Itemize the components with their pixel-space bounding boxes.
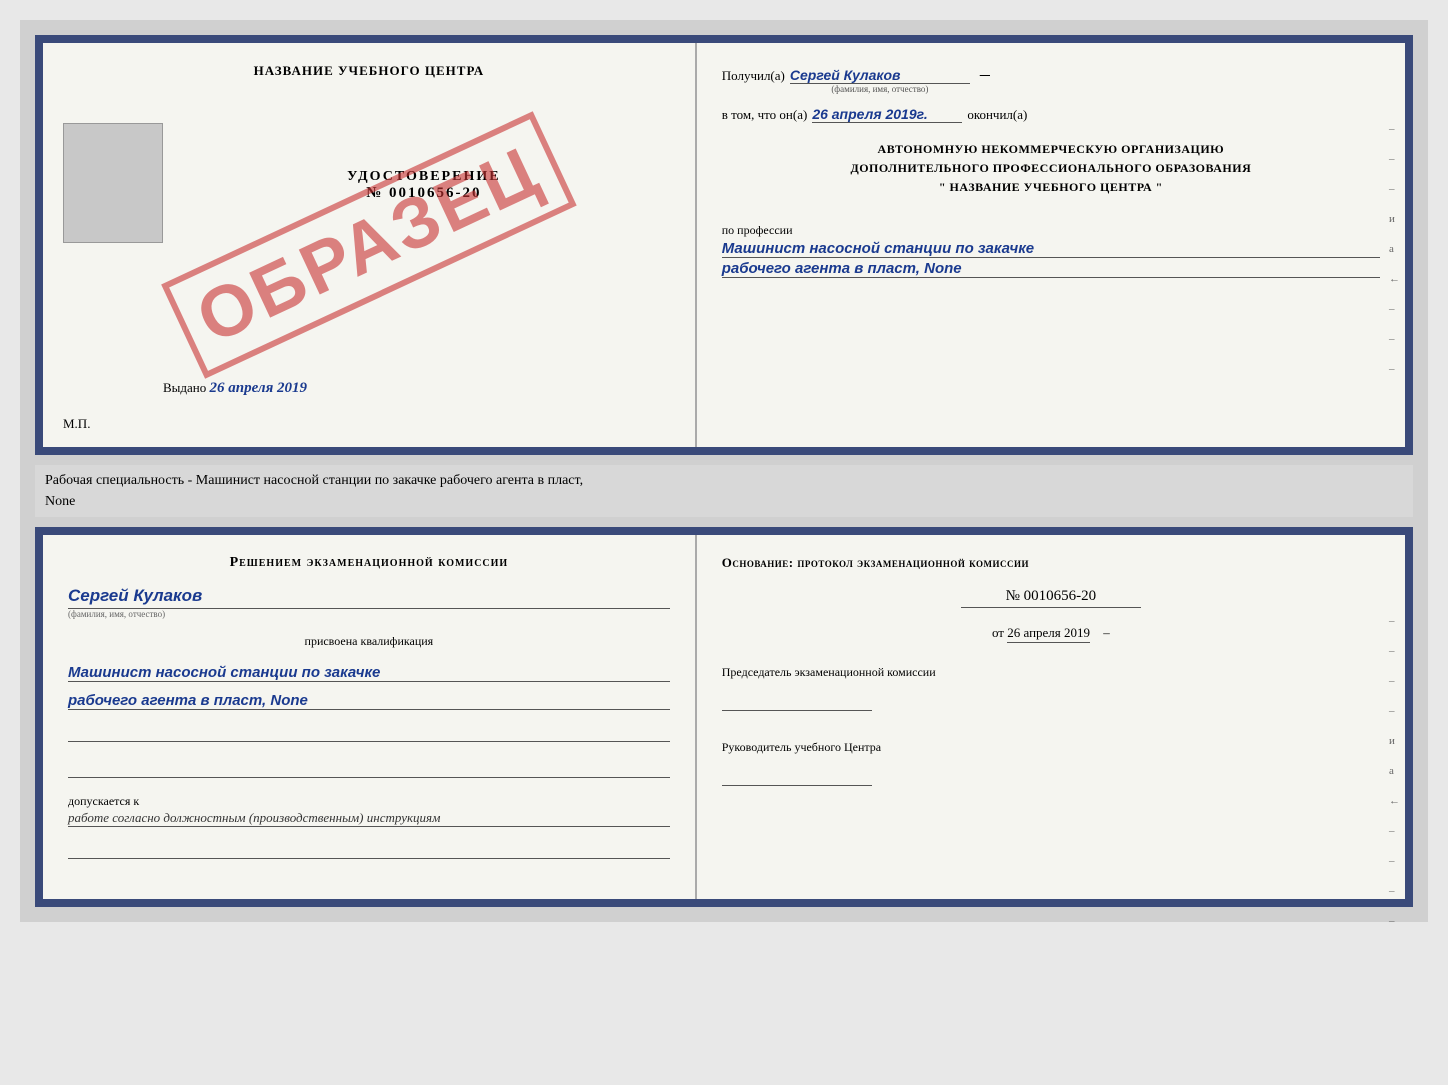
assigned-label: присвоена квалификация <box>68 634 670 649</box>
qualification-line1: Машинист насосной станции по закачке <box>68 664 670 682</box>
name-sublabel-bottom: (фамилия, имя, отчество) <box>68 609 670 619</box>
certificate-top: НАЗВАНИЕ УЧЕБНОГО ЦЕНТРА УДОСТОВЕРЕНИЕ №… <box>35 35 1413 455</box>
cert-issued: Выдано 26 апреля 2019 <box>163 380 307 397</box>
certificate-bottom: Решением экзаменационной комиссии Сергей… <box>35 527 1413 907</box>
received-row: Получил(а) Сергей Кулаков (фамилия, имя,… <box>722 63 1380 94</box>
head-signature-line <box>722 761 872 786</box>
protocol-number: № 0010656-20 <box>961 588 1141 608</box>
person-name-bottom: Сергей Кулаков <box>68 586 670 609</box>
date-row: в том, что он(а) 26 апреля 2019г. окончи… <box>722 106 1380 123</box>
cert-doc-type: УДОСТОВЕРЕНИЕ <box>347 169 500 185</box>
org-block: АВТОНОМНУЮ НЕКОММЕРЧЕСКУЮ ОРГАНИЗАЦИЮ ДО… <box>722 140 1380 198</box>
profession-label: по профессии <box>722 223 1380 238</box>
person-name-bottom-block: Сергей Кулаков (фамилия, имя, отчество) <box>68 581 670 619</box>
chairman-title: Председатель экзаменационной комиссии <box>722 663 1380 681</box>
middle-text-line1: Рабочая специальность - Машинист насосно… <box>45 473 583 488</box>
admitted-value: работе согласно должностным (производств… <box>68 810 670 827</box>
date-prefix: от <box>992 625 1004 640</box>
page-wrapper: НАЗВАНИЕ УЧЕБНОГО ЦЕНТРА УДОСТОВЕРЕНИЕ №… <box>20 20 1428 922</box>
cert-left: НАЗВАНИЕ УЧЕБНОГО ЦЕНТРА УДОСТОВЕРЕНИЕ №… <box>43 43 697 447</box>
protocol-date-value: 26 апреля 2019 <box>1007 625 1090 643</box>
blank-line-2 <box>68 760 670 778</box>
chairman-block: Председатель экзаменационной комиссии <box>722 663 1380 711</box>
qualification-line2: рабочего агента в пласт, None <box>68 692 670 710</box>
protocol-date: от 26 апреля 2019 – <box>722 625 1380 641</box>
photo-placeholder <box>63 123 163 243</box>
date-label: в том, что он(а) <box>722 107 808 123</box>
cert-right: Получил(а) Сергей Кулаков (фамилия, имя,… <box>697 43 1405 447</box>
blank-line-1 <box>68 724 670 742</box>
head-title: Руководитель учебного Центра <box>722 738 1380 756</box>
profession-line2: рабочего агента в пласт, None <box>722 260 1380 278</box>
admitted-block: допускается к работе согласно должностны… <box>68 792 670 827</box>
date-value-top: 26 апреля 2019г. <box>812 106 962 123</box>
side-marks-bottom: ––––иа←–––– <box>1389 615 1400 927</box>
side-marks-top: –––иа←––– <box>1389 123 1400 375</box>
name-hint-top: (фамилия, имя, отчество) <box>790 84 970 94</box>
cert-doc-number: № 0010656-20 <box>366 185 481 202</box>
org-line3: " НАЗВАНИЕ УЧЕБНОГО ЦЕНТРА " <box>722 178 1380 197</box>
issued-label: Выдано <box>163 380 206 395</box>
cert-bottom-right: Основание: протокол экзаменационной коми… <box>697 535 1405 899</box>
finished-label: окончил(а) <box>967 107 1027 123</box>
chairman-signature-line <box>722 686 872 711</box>
basis-title: Основание: протокол экзаменационной коми… <box>722 555 1380 571</box>
middle-text: Рабочая специальность - Машинист насосно… <box>35 465 1413 517</box>
middle-text-line2: None <box>45 494 75 509</box>
org-line1: АВТОНОМНУЮ НЕКОММЕРЧЕСКУЮ ОРГАНИЗАЦИЮ <box>722 140 1380 159</box>
cert-title-top: НАЗВАНИЕ УЧЕБНОГО ЦЕНТРА <box>254 63 485 79</box>
profession-block: по профессии Машинист насосной станции п… <box>722 215 1380 278</box>
cert-bottom-left: Решением экзаменационной комиссии Сергей… <box>43 535 697 899</box>
profession-line1: Машинист насосной станции по закачке <box>722 240 1380 258</box>
admitted-label: допускается к <box>68 794 139 808</box>
person-name-top: Сергей Кулаков <box>790 67 970 84</box>
received-label: Получил(а) <box>722 68 785 84</box>
org-line2: ДОПОЛНИТЕЛЬНОГО ПРОФЕССИОНАЛЬНОГО ОБРАЗО… <box>722 159 1380 178</box>
issued-date: 26 апреля 2019 <box>210 380 308 396</box>
cert-mp: М.П. <box>63 416 90 432</box>
head-block: Руководитель учебного Центра <box>722 738 1380 786</box>
blank-line-3 <box>68 841 670 859</box>
commission-title: Решением экзаменационной комиссии <box>68 555 670 571</box>
